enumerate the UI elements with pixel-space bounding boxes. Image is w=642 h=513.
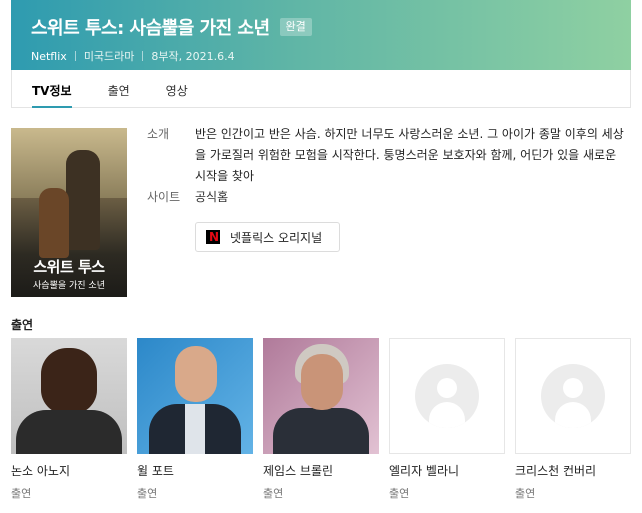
netflix-logo-icon: N xyxy=(206,230,220,244)
person-placeholder-icon xyxy=(541,364,605,428)
program-title[interactable]: 스위트 투스: 사슴뿔을 가진 소년 xyxy=(31,14,270,40)
cast-list: 논소 아노지 출연 윌 포트 출연 제임스 브롤린 출연 엘리자 벨라니 출연 xyxy=(11,338,631,501)
cast-photo-placeholder[interactable] xyxy=(515,338,631,454)
poster-figure-adult xyxy=(66,150,100,250)
cast-member[interactable]: 제임스 브롤린 출연 xyxy=(263,338,379,501)
cast-member[interactable]: 윌 포트 출연 xyxy=(137,338,253,501)
cast-name[interactable]: 크리스천 컨버리 xyxy=(515,462,631,479)
site-row: 사이트 공식홈 xyxy=(147,187,627,208)
cast-photo[interactable] xyxy=(263,338,379,454)
placeholder-head xyxy=(437,378,457,398)
meta-divider xyxy=(74,51,76,61)
intro-label: 소개 xyxy=(147,127,170,141)
intro-row: 소개 반은 인간이고 반은 사슴. 하지만 너무도 사랑스러운 소년. 그 아이… xyxy=(147,124,627,187)
cast-role: 출연 xyxy=(137,487,158,500)
cast-role: 출연 xyxy=(389,487,410,500)
poster-figure-boy xyxy=(39,188,69,258)
netflix-logo-letter: N xyxy=(209,230,220,244)
cast-photo[interactable] xyxy=(11,338,127,454)
cast-name[interactable]: 논소 아노지 xyxy=(11,462,127,479)
placeholder-body xyxy=(429,402,465,428)
cast-photo[interactable] xyxy=(137,338,253,454)
status-badge: 완결 xyxy=(279,18,312,36)
meta-divider xyxy=(142,51,144,61)
netflix-original-button[interactable]: N 넷플릭스 오리지널 xyxy=(195,222,340,252)
photo-suit xyxy=(273,408,369,454)
placeholder-head xyxy=(563,378,583,398)
person-placeholder-icon xyxy=(415,364,479,428)
poster-subtitle: 사슴뿔을 가진 소년 xyxy=(33,281,105,291)
channel-link[interactable]: Netflix xyxy=(31,50,67,63)
program-meta: Netflix 미국드라마 8부작, 2021.6.4 xyxy=(31,48,611,64)
program-info: 소개 반은 인간이고 반은 사슴. 하지만 너무도 사랑스러운 소년. 그 아이… xyxy=(147,124,627,208)
cast-role: 출연 xyxy=(11,487,32,500)
cast-member[interactable]: 크리스천 컨버리 출연 xyxy=(515,338,631,501)
episodes-date-text: 8부작, 2021.6.4 xyxy=(151,50,235,63)
tab-cast[interactable]: 출연 xyxy=(108,70,130,107)
program-header: 스위트 투스: 사슴뿔을 가진 소년 완결 Netflix 미국드라마 8부작,… xyxy=(11,0,631,70)
poster-title: 스위트 투스 xyxy=(33,258,105,276)
photo-face xyxy=(175,346,217,402)
cast-name[interactable]: 엘리자 벨라니 xyxy=(389,462,505,479)
cast-member[interactable]: 엘리자 벨라니 출연 xyxy=(389,338,505,501)
cast-role: 출연 xyxy=(515,487,536,500)
intro-text: 반은 인간이고 반은 사슴. 하지만 너무도 사랑스러운 소년. 그 아이가 종… xyxy=(195,127,624,183)
tab-tv-info[interactable]: TV정보 xyxy=(32,70,72,108)
site-label: 사이트 xyxy=(147,190,181,204)
title-row: 스위트 투스: 사슴뿔을 가진 소년 완결 xyxy=(31,14,611,40)
cast-name[interactable]: 제임스 브롤린 xyxy=(263,462,379,479)
photo-face xyxy=(41,348,97,414)
tab-video[interactable]: 영상 xyxy=(166,70,188,107)
photo-shirt xyxy=(185,404,205,454)
poster-image[interactable]: 스위트 투스 사슴뿔을 가진 소년 xyxy=(11,128,127,297)
cast-heading: 출연 xyxy=(11,318,34,332)
cast-role: 출연 xyxy=(263,487,284,500)
placeholder-body xyxy=(555,402,591,428)
cast-name[interactable]: 윌 포트 xyxy=(137,462,253,479)
photo-face xyxy=(301,354,343,410)
official-site-link[interactable]: 공식홈 xyxy=(195,187,625,208)
genre-text: 미국드라마 xyxy=(83,50,135,63)
tab-bar: TV정보 출연 영상 xyxy=(11,70,631,108)
netflix-original-label: 넷플릭스 오리지널 xyxy=(230,230,323,245)
cast-photo-placeholder[interactable] xyxy=(389,338,505,454)
photo-suit xyxy=(16,410,122,454)
cast-member[interactable]: 논소 아노지 출연 xyxy=(11,338,127,501)
